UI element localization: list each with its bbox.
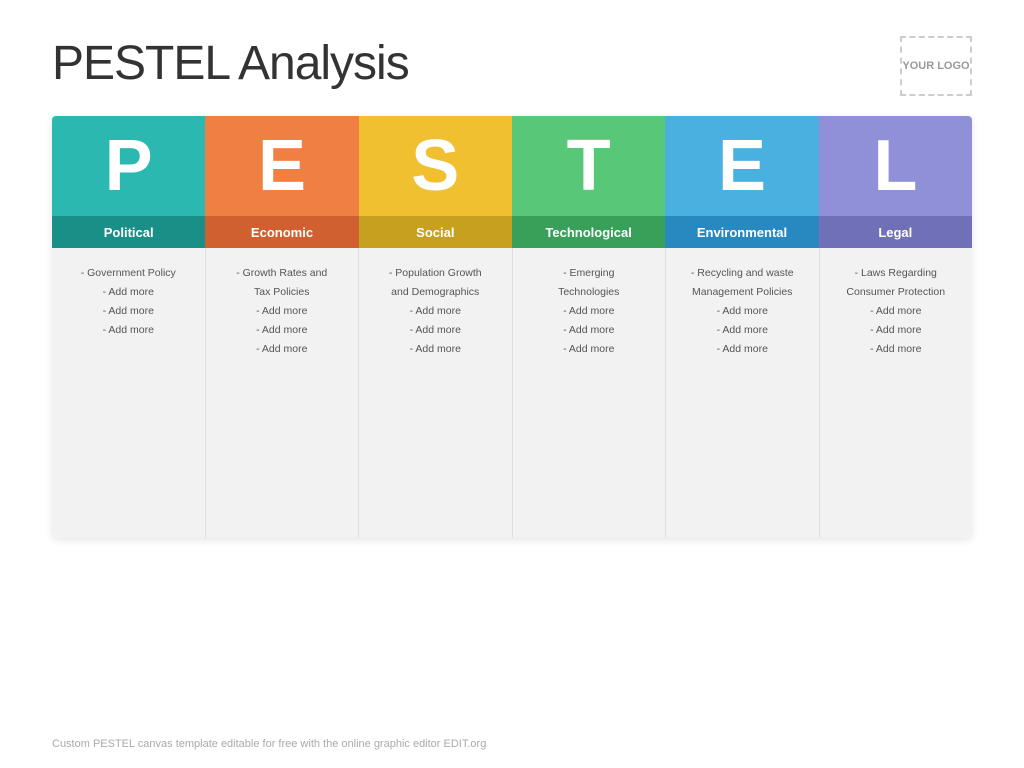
content-economic: - Growth Rates andTax Policies - Add mor…	[206, 248, 360, 538]
label-social: Social	[359, 216, 512, 248]
content-area: - Government Policy - Add more - Add mor…	[52, 248, 972, 538]
letter-env: E	[665, 116, 818, 216]
content-technological: - EmergingTechnologies - Add more - Add …	[513, 248, 667, 538]
page: PESTEL Analysis YOUR LOGO P E S T E L Po…	[0, 0, 1024, 768]
letter-t: T	[512, 116, 665, 216]
letter-e: E	[205, 116, 358, 216]
content-legal: - Laws RegardingConsumer Protection - Ad…	[820, 248, 973, 538]
content-social: - Population Growthand Demographics - Ad…	[359, 248, 513, 538]
letter-s: S	[359, 116, 512, 216]
content-environmental: - Recycling and wasteManagement Policies…	[666, 248, 820, 538]
page-title: PESTEL Analysis	[52, 36, 409, 91]
label-row: Political Economic Social Technological …	[52, 216, 972, 248]
letter-row: P E S T E L	[52, 116, 972, 216]
pestel-table: P E S T E L Political Economic Social Te…	[52, 116, 972, 538]
footer-text: Custom PESTEL canvas template editable f…	[52, 738, 486, 750]
logo-placeholder: YOUR LOGO	[900, 36, 972, 96]
label-environmental: Environmental	[665, 216, 818, 248]
label-political: Political	[52, 216, 205, 248]
content-political: - Government Policy - Add more - Add mor…	[52, 248, 206, 538]
letter-p: P	[52, 116, 205, 216]
label-technological: Technological	[512, 216, 665, 248]
label-economic: Economic	[205, 216, 358, 248]
label-legal: Legal	[819, 216, 972, 248]
letter-l: L	[819, 116, 972, 216]
header: PESTEL Analysis YOUR LOGO	[0, 0, 1024, 116]
